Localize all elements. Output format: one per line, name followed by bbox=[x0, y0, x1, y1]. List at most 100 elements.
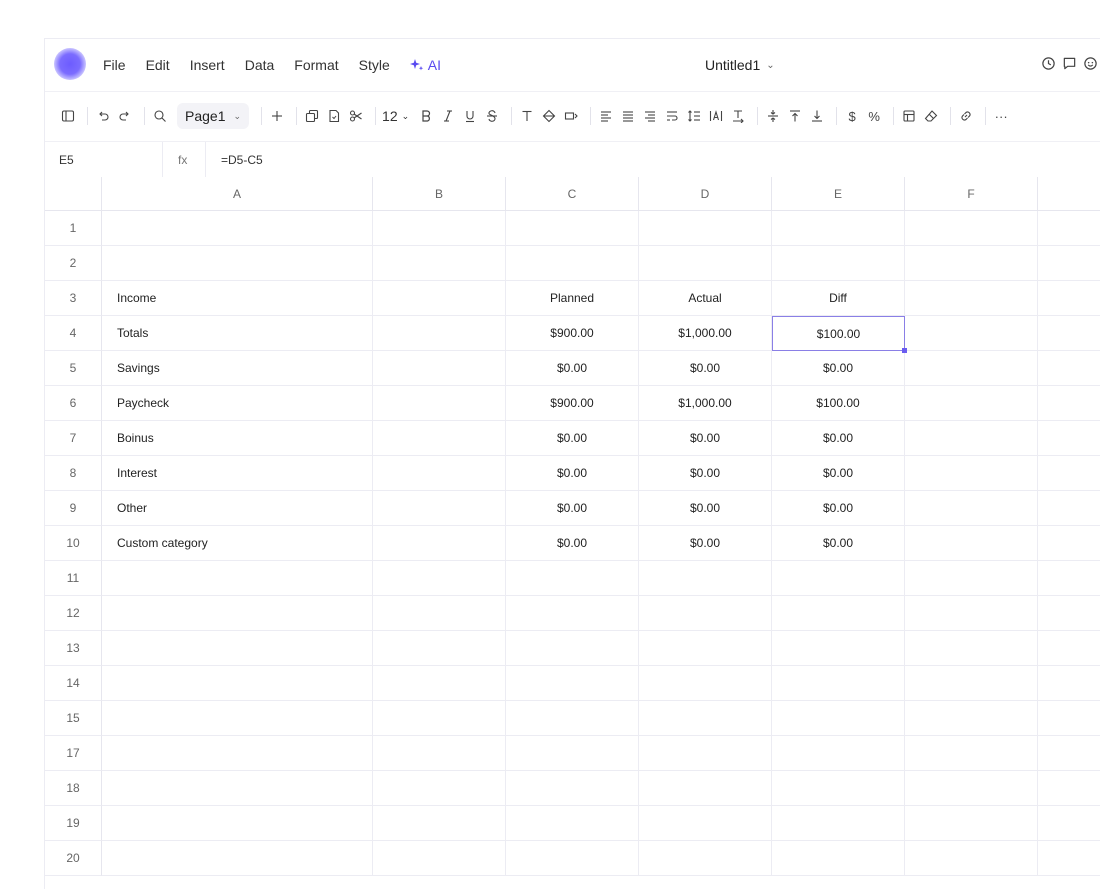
strikethrough-icon[interactable] bbox=[483, 105, 501, 127]
table-cell[interactable] bbox=[905, 281, 1038, 316]
table-cell[interactable] bbox=[506, 771, 639, 806]
table-cell[interactable] bbox=[373, 596, 506, 631]
table-cell[interactable]: $0.00 bbox=[639, 456, 772, 491]
table-cell[interactable] bbox=[772, 631, 905, 666]
row-header-19[interactable]: 19 bbox=[45, 806, 102, 841]
table-cell[interactable] bbox=[1038, 666, 1100, 701]
row-header-18[interactable]: 18 bbox=[45, 771, 102, 806]
table-cell[interactable]: $100.00 bbox=[772, 386, 905, 421]
fill-handle[interactable] bbox=[902, 348, 907, 353]
table-cell[interactable] bbox=[102, 841, 373, 876]
table-cell[interactable]: Diff bbox=[772, 281, 905, 316]
table-cell[interactable] bbox=[102, 246, 373, 281]
table-cell[interactable] bbox=[1038, 316, 1100, 351]
menu-file[interactable]: File bbox=[103, 57, 126, 73]
table-cell[interactable]: Interest bbox=[102, 456, 373, 491]
select-all-corner[interactable] bbox=[45, 177, 102, 211]
table-cell[interactable] bbox=[772, 561, 905, 596]
table-cell[interactable]: $0.00 bbox=[639, 491, 772, 526]
selected-cell[interactable]: $100.00 bbox=[772, 316, 905, 351]
table-cell[interactable] bbox=[905, 806, 1038, 841]
table-cell[interactable] bbox=[506, 841, 639, 876]
border-icon[interactable] bbox=[562, 105, 580, 127]
table-cell[interactable]: Savings bbox=[102, 351, 373, 386]
table-cell[interactable] bbox=[506, 211, 639, 246]
table-cell[interactable] bbox=[905, 596, 1038, 631]
percent-format-button[interactable]: % bbox=[865, 105, 883, 127]
table-cell[interactable] bbox=[506, 666, 639, 701]
align-right-icon[interactable] bbox=[641, 105, 659, 127]
copy-icon[interactable] bbox=[303, 105, 321, 127]
table-cell[interactable] bbox=[639, 666, 772, 701]
row-header-5[interactable]: 5 bbox=[45, 351, 102, 386]
table-cell[interactable]: $900.00 bbox=[506, 386, 639, 421]
text-direction-icon[interactable] bbox=[729, 105, 747, 127]
table-cell[interactable] bbox=[373, 806, 506, 841]
table-cell[interactable] bbox=[772, 736, 905, 771]
table-cell[interactable] bbox=[373, 631, 506, 666]
row-header-17[interactable]: 17 bbox=[45, 736, 102, 771]
table-cell[interactable] bbox=[373, 666, 506, 701]
row-header-10[interactable]: 10 bbox=[45, 526, 102, 561]
table-cell[interactable] bbox=[905, 491, 1038, 526]
table-cell[interactable] bbox=[905, 841, 1038, 876]
table-cell[interactable]: $0.00 bbox=[772, 491, 905, 526]
menu-format[interactable]: Format bbox=[294, 57, 338, 73]
table-cell[interactable] bbox=[506, 596, 639, 631]
table-cell[interactable]: Other bbox=[102, 491, 373, 526]
row-header-6[interactable]: 6 bbox=[45, 386, 102, 421]
column-header-c[interactable]: C bbox=[506, 177, 639, 211]
table-cell[interactable]: Totals bbox=[102, 316, 373, 351]
table-cell[interactable] bbox=[1038, 281, 1100, 316]
table-cell[interactable] bbox=[1038, 841, 1100, 876]
table-cell[interactable] bbox=[506, 701, 639, 736]
menu-ai[interactable]: AI bbox=[409, 57, 461, 73]
vertical-center-icon[interactable] bbox=[764, 105, 782, 127]
table-cell[interactable] bbox=[639, 841, 772, 876]
table-cell[interactable]: Custom category bbox=[102, 526, 373, 561]
table-cell[interactable] bbox=[1038, 561, 1100, 596]
table-cell[interactable] bbox=[1038, 701, 1100, 736]
table-cell[interactable]: $0.00 bbox=[506, 491, 639, 526]
table-cell[interactable] bbox=[905, 701, 1038, 736]
table-cell[interactable] bbox=[639, 736, 772, 771]
table-cell[interactable] bbox=[1038, 736, 1100, 771]
letter-spacing-icon[interactable] bbox=[707, 105, 725, 127]
row-header-8[interactable]: 8 bbox=[45, 456, 102, 491]
table-cell[interactable] bbox=[373, 316, 506, 351]
column-header-e[interactable]: E bbox=[772, 177, 905, 211]
paste-icon[interactable] bbox=[325, 105, 343, 127]
table-cell[interactable] bbox=[905, 666, 1038, 701]
row-header-7[interactable]: 7 bbox=[45, 421, 102, 456]
table-cell[interactable] bbox=[102, 666, 373, 701]
menu-insert[interactable]: Insert bbox=[190, 57, 225, 73]
table-icon[interactable] bbox=[900, 105, 918, 127]
row-header-3[interactable]: 3 bbox=[45, 281, 102, 316]
cut-icon[interactable] bbox=[347, 105, 365, 127]
table-cell[interactable] bbox=[639, 771, 772, 806]
table-cell[interactable] bbox=[772, 841, 905, 876]
row-header-13[interactable]: 13 bbox=[45, 631, 102, 666]
column-header-b[interactable]: B bbox=[373, 177, 506, 211]
table-cell[interactable] bbox=[905, 561, 1038, 596]
add-icon[interactable] bbox=[268, 105, 286, 127]
table-cell[interactable] bbox=[772, 701, 905, 736]
undo-icon[interactable] bbox=[94, 105, 112, 127]
menu-style[interactable]: Style bbox=[359, 57, 390, 73]
table-cell[interactable] bbox=[102, 736, 373, 771]
table-cell[interactable] bbox=[905, 316, 1038, 351]
more-options-button[interactable]: ··· bbox=[992, 105, 1010, 127]
table-cell[interactable]: $0.00 bbox=[506, 456, 639, 491]
table-cell[interactable]: Actual bbox=[639, 281, 772, 316]
row-header-2[interactable]: 2 bbox=[45, 246, 102, 281]
table-cell[interactable] bbox=[905, 246, 1038, 281]
align-left-icon[interactable] bbox=[597, 105, 615, 127]
table-cell[interactable] bbox=[373, 526, 506, 561]
table-cell[interactable]: $0.00 bbox=[772, 351, 905, 386]
table-cell[interactable] bbox=[772, 806, 905, 841]
table-cell[interactable] bbox=[102, 701, 373, 736]
table-cell[interactable] bbox=[1038, 631, 1100, 666]
row-header-11[interactable]: 11 bbox=[45, 561, 102, 596]
app-logo[interactable] bbox=[54, 48, 86, 80]
eraser-icon[interactable] bbox=[922, 105, 940, 127]
